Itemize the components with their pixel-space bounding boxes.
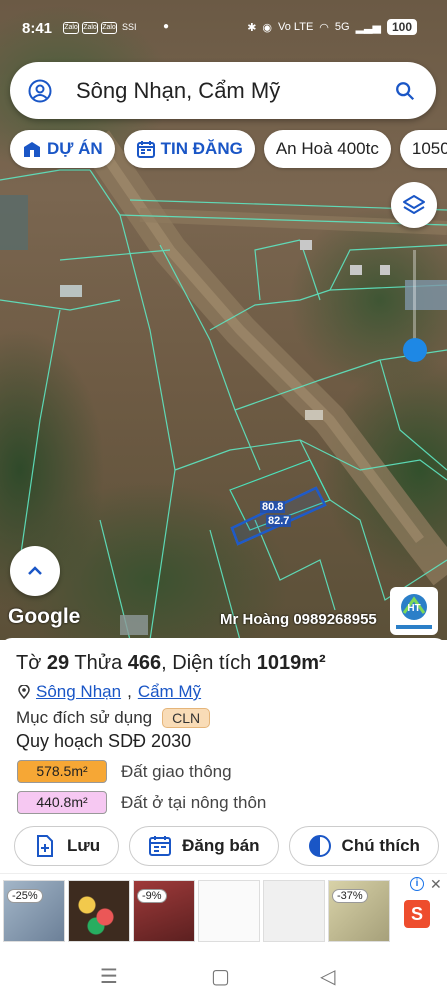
action-buttons: Lưu Đăng bán Chú thích bbox=[14, 826, 439, 866]
filter-chips: DỰ ÁN TIN ĐĂNG An Hoà 400tc 10500 bbox=[10, 130, 447, 168]
land-use-area: 440.8m² bbox=[17, 791, 107, 814]
chip-label: TIN ĐĂNG bbox=[160, 139, 243, 158]
discount-badge: -37% bbox=[332, 889, 368, 903]
commune-link[interactable]: Sông Nhạn bbox=[36, 682, 121, 702]
purpose-label: Mục đích sử dụng bbox=[16, 708, 153, 727]
save-button[interactable]: Lưu bbox=[14, 826, 120, 866]
back-icon[interactable]: ◁ bbox=[320, 964, 335, 989]
chip-label: 10500 bbox=[411, 139, 447, 158]
ad-item[interactable] bbox=[68, 880, 130, 942]
land-purpose: Mục đích sử dụng CLN bbox=[16, 708, 211, 728]
parcel-info-panel: Tờ 29 Thửa 466, Diện tích 1019m² Sông Nh… bbox=[0, 638, 447, 868]
calendar-icon bbox=[136, 141, 155, 158]
calendar-icon bbox=[149, 836, 172, 856]
zalo-icon: Zalo bbox=[101, 22, 117, 34]
half-circle-icon bbox=[308, 835, 331, 857]
land-use-label: Đất ở tại nông thôn bbox=[121, 792, 267, 812]
signal-bars-icon: ▂▃▅ bbox=[355, 21, 381, 34]
status-time: 8:41 bbox=[22, 20, 53, 37]
comma: , bbox=[127, 682, 132, 701]
post-sale-button[interactable]: Đăng bán bbox=[129, 826, 279, 866]
chip-tin-dang[interactable]: TIN ĐĂNG bbox=[123, 130, 255, 168]
location-pin-icon bbox=[18, 685, 30, 699]
area-value: 1019m² bbox=[256, 652, 326, 674]
legend-button[interactable]: Chú thích bbox=[288, 826, 439, 866]
search-input[interactable]: Sông Nhạn, Cẩm Mỹ bbox=[76, 78, 394, 104]
status-bar: 8:41 Zalo Zalo Zalo SSI ● ✱ ◉ Vo LTE ◠ 5… bbox=[0, 0, 447, 56]
brand-logo[interactable]: HT bbox=[390, 587, 438, 635]
land-use-label: Đất giao thông bbox=[121, 761, 232, 781]
bluetooth-icon: ✱ bbox=[247, 21, 257, 34]
ad-item[interactable] bbox=[198, 880, 260, 942]
chip-du-an[interactable]: DỰ ÁN bbox=[10, 130, 115, 168]
purpose-code-badge: CLN bbox=[162, 708, 211, 728]
dimension-label-bottom: 82.7 bbox=[266, 515, 292, 527]
expand-up-button[interactable] bbox=[10, 546, 60, 596]
shopee-icon[interactable]: S bbox=[404, 900, 430, 928]
add-document-icon bbox=[37, 835, 53, 857]
land-use-row: 578.5m² Đất giao thông bbox=[17, 760, 232, 783]
legend-label: Chú thích bbox=[341, 836, 420, 855]
opacity-slider-knob[interactable] bbox=[403, 338, 427, 362]
chip-10500[interactable]: 10500 bbox=[399, 130, 447, 168]
zalo-icon: Zalo bbox=[82, 22, 98, 34]
ad-close-icon[interactable]: ✕ bbox=[430, 876, 442, 893]
parcel-title: Tờ 29 Thửa 466, Diện tích 1019m² bbox=[16, 652, 326, 675]
sheet-label: Tờ bbox=[16, 652, 42, 674]
zalo-icon: Zalo bbox=[63, 22, 79, 34]
post-sale-label: Đăng bán bbox=[182, 836, 260, 855]
signal-icon: 5G bbox=[334, 21, 350, 33]
plan-title: Quy hoạch SDĐ 2030 bbox=[16, 731, 192, 751]
land-use-area: 578.5m² bbox=[17, 760, 107, 783]
layers-icon bbox=[403, 195, 425, 214]
area-label: Diện tích bbox=[172, 652, 252, 674]
sheet-number: 29 bbox=[46, 652, 70, 674]
home-icon[interactable]: ▢ bbox=[211, 964, 230, 989]
wifi-icon: ◠ bbox=[319, 21, 329, 34]
opacity-slider-track[interactable] bbox=[413, 250, 416, 350]
chevron-up-icon bbox=[28, 566, 42, 575]
parcel-location: Sông Nhạn, Cẩm Mỹ bbox=[18, 682, 201, 702]
plot-label: Thửa bbox=[74, 652, 123, 674]
account-icon[interactable] bbox=[28, 79, 52, 103]
volte-icon: Vo LTE bbox=[278, 21, 314, 33]
map-view[interactable]: 80.8 82.7 8:41 Zalo Zalo Zalo SSI ● ✱ ◉ … bbox=[0, 0, 447, 640]
ad-item[interactable]: -37% bbox=[328, 880, 390, 942]
chip-label: DỰ ÁN bbox=[47, 139, 103, 158]
status-right: ✱ ◉ Vo LTE ◠ 5G ▂▃▅ 100 bbox=[247, 19, 417, 35]
search-icon[interactable] bbox=[394, 80, 416, 102]
layers-button[interactable] bbox=[391, 182, 437, 228]
search-bar[interactable]: Sông Nhạn, Cẩm Mỹ bbox=[10, 62, 436, 119]
discount-badge: -25% bbox=[7, 889, 43, 903]
svg-text:HT: HT bbox=[407, 603, 420, 614]
dimension-label-top: 80.8 bbox=[260, 501, 286, 513]
district-link[interactable]: Cẩm Mỹ bbox=[138, 682, 201, 702]
ad-info-icon[interactable]: i bbox=[410, 877, 424, 891]
comma: , bbox=[161, 652, 167, 674]
ad-strip[interactable]: -25% -9% -37% bbox=[0, 873, 447, 945]
dot-icon: ● bbox=[163, 21, 170, 32]
land-use-row: 440.8m² Đất ở tại nông thôn bbox=[17, 791, 266, 814]
location-icon: ◉ bbox=[262, 21, 273, 34]
ad-item[interactable]: -25% bbox=[3, 880, 65, 942]
ssi-icon: SSI bbox=[122, 22, 137, 32]
system-nav-bar: ☰ ▢ ◁ bbox=[0, 948, 447, 1000]
plot-number: 466 bbox=[127, 652, 162, 674]
watermark-text: Mr Hoàng 0989268955 bbox=[220, 611, 377, 628]
building-icon bbox=[24, 142, 40, 157]
battery-icon: 100 bbox=[386, 19, 417, 35]
ad-item[interactable]: -9% bbox=[133, 880, 195, 942]
google-logo: Google bbox=[8, 605, 81, 628]
discount-badge: -9% bbox=[137, 889, 167, 903]
save-label: Lưu bbox=[67, 836, 101, 855]
ad-item[interactable] bbox=[263, 880, 325, 942]
chip-label: An Hoà 400tc bbox=[275, 139, 379, 158]
brand-logo-icon: HT bbox=[396, 594, 432, 629]
menu-icon[interactable]: ☰ bbox=[100, 964, 118, 989]
chip-an-hoa[interactable]: An Hoà 400tc bbox=[263, 130, 391, 168]
